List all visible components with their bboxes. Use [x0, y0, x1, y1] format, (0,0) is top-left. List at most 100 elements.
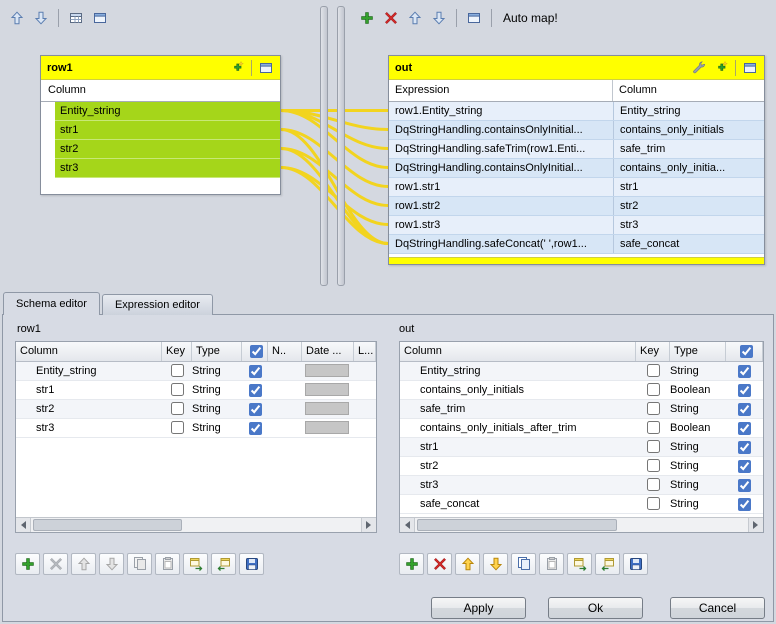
column-name-cell[interactable]: str2 — [400, 457, 636, 475]
import-schema-icon[interactable] — [595, 553, 620, 575]
column-name-cell[interactable]: str2 — [16, 400, 162, 418]
scroll-left-button[interactable] — [16, 518, 31, 532]
key-checkbox[interactable] — [171, 402, 184, 415]
select-all-nullable-checkbox[interactable] — [740, 345, 753, 358]
window-view-icon[interactable] — [89, 7, 111, 29]
nullable-checkbox[interactable] — [738, 403, 751, 416]
expression-cell[interactable]: DqStringHandling.safeConcat(' ',row1... — [389, 235, 613, 253]
key-checkbox[interactable] — [647, 497, 660, 510]
splitter-right[interactable] — [337, 6, 345, 286]
nullable-checkbox[interactable] — [738, 441, 751, 454]
entry-down-icon[interactable] — [428, 7, 450, 29]
type-cell[interactable]: String — [192, 381, 242, 399]
mapping-row[interactable]: DqStringHandling.safeConcat(' ',row1... … — [389, 235, 764, 254]
column-name-cell[interactable]: safe_concat — [400, 495, 636, 513]
expression-cell[interactable]: row1.str2 — [389, 197, 613, 215]
scroll-right-button[interactable] — [748, 518, 763, 532]
header-key[interactable]: Key — [636, 342, 670, 361]
entry-up-icon[interactable] — [404, 7, 426, 29]
input-row[interactable]: Entity_string — [55, 102, 280, 121]
date-pattern-cell[interactable] — [305, 421, 349, 434]
ok-button[interactable]: Ok — [548, 597, 643, 619]
horizontal-scrollbar[interactable] — [400, 517, 763, 532]
type-cell[interactable]: String — [670, 400, 726, 418]
settings-wrench-icon[interactable] — [689, 58, 709, 78]
add-column-icon[interactable] — [227, 58, 247, 78]
schema-row[interactable]: str3 String — [16, 419, 376, 438]
header-type[interactable]: Type — [670, 342, 726, 361]
column-name-cell[interactable]: contains_only_initials_after_trim — [400, 419, 636, 437]
paste-icon[interactable] — [155, 553, 180, 575]
minimize-table-icon[interactable] — [740, 58, 760, 78]
key-checkbox[interactable] — [647, 402, 660, 415]
type-cell[interactable]: String — [192, 419, 242, 437]
scrollbar-track[interactable] — [415, 518, 748, 532]
export-schema-icon[interactable] — [183, 553, 208, 575]
table-view-icon[interactable] — [65, 7, 87, 29]
scrollbar-thumb[interactable] — [33, 519, 182, 531]
type-cell[interactable]: String — [670, 457, 726, 475]
key-checkbox[interactable] — [647, 364, 660, 377]
export-schema-icon[interactable] — [567, 553, 592, 575]
header-date-pattern[interactable]: Date ... — [302, 342, 354, 361]
move-down-icon[interactable] — [30, 7, 52, 29]
row-up-icon[interactable] — [71, 553, 96, 575]
cancel-button[interactable]: Cancel — [670, 597, 765, 619]
scrollbar-track[interactable] — [31, 518, 361, 532]
tab-expression-editor[interactable]: Expression editor — [102, 294, 213, 315]
header-key[interactable]: Key — [162, 342, 192, 361]
remove-output-entry-icon[interactable] — [380, 7, 402, 29]
column-name-cell[interactable]: str3 — [400, 476, 636, 494]
column-name-cell[interactable]: str1 — [16, 381, 162, 399]
schema-row[interactable]: str2 String — [400, 457, 763, 476]
column-name-cell[interactable]: str3 — [16, 419, 162, 437]
expression-cell[interactable]: row1.str3 — [389, 216, 613, 234]
add-output-entry-icon[interactable] — [356, 7, 378, 29]
row-down-icon[interactable] — [99, 553, 124, 575]
type-cell[interactable]: String — [670, 476, 726, 494]
mapping-row[interactable]: row1.Entity_string Entity_string — [389, 102, 764, 121]
nullable-checkbox[interactable] — [738, 460, 751, 473]
schema-row[interactable]: safe_trim String — [400, 400, 763, 419]
nullable-checkbox[interactable] — [249, 384, 262, 397]
type-cell[interactable]: String — [670, 362, 726, 380]
column-name-cell[interactable]: Entity_string — [400, 362, 636, 380]
key-checkbox[interactable] — [647, 440, 660, 453]
apply-button[interactable]: Apply — [431, 597, 526, 619]
add-row-icon[interactable] — [15, 553, 40, 575]
scroll-right-button[interactable] — [361, 518, 376, 532]
save-schema-icon[interactable] — [239, 553, 264, 575]
expression-cell[interactable]: DqStringHandling.containsOnlyInitial... — [389, 121, 613, 139]
column-name-cell[interactable]: contains_only_initials — [400, 381, 636, 399]
horizontal-scrollbar[interactable] — [16, 517, 376, 532]
select-all-nullable-checkbox[interactable] — [250, 345, 263, 358]
key-checkbox[interactable] — [647, 383, 660, 396]
column-name-cell[interactable]: Entity_string — [16, 362, 162, 380]
date-pattern-cell[interactable] — [305, 364, 349, 377]
remove-row-icon[interactable] — [427, 553, 452, 575]
expression-cell[interactable]: row1.Entity_string — [389, 102, 613, 120]
schema-row[interactable]: contains_only_initials_after_trim Boolea… — [400, 419, 763, 438]
type-cell[interactable]: Boolean — [670, 381, 726, 399]
nullable-checkbox[interactable] — [738, 384, 751, 397]
remove-row-icon[interactable] — [43, 553, 68, 575]
header-type[interactable]: Type — [192, 342, 242, 361]
date-pattern-cell[interactable] — [305, 402, 349, 415]
auto-map-button[interactable]: Auto map! — [498, 11, 563, 25]
column-name-cell[interactable]: str1 — [400, 438, 636, 456]
mapping-row[interactable]: row1.str1 str1 — [389, 178, 764, 197]
nullable-checkbox[interactable] — [738, 365, 751, 378]
input-row[interactable]: str3 — [55, 159, 280, 178]
key-checkbox[interactable] — [171, 421, 184, 434]
tab-schema-editor[interactable]: Schema editor — [3, 292, 100, 315]
key-checkbox[interactable] — [647, 421, 660, 434]
header-column[interactable]: Column — [16, 342, 162, 361]
input-row[interactable]: str2 — [55, 140, 280, 159]
save-schema-icon[interactable] — [623, 553, 648, 575]
row-down-icon[interactable] — [483, 553, 508, 575]
import-schema-icon[interactable] — [211, 553, 236, 575]
header-column[interactable]: Column — [400, 342, 636, 361]
row-up-icon[interactable] — [455, 553, 480, 575]
expression-cell[interactable]: DqStringHandling.containsOnlyInitial... — [389, 159, 613, 177]
type-cell[interactable]: String — [670, 495, 726, 513]
